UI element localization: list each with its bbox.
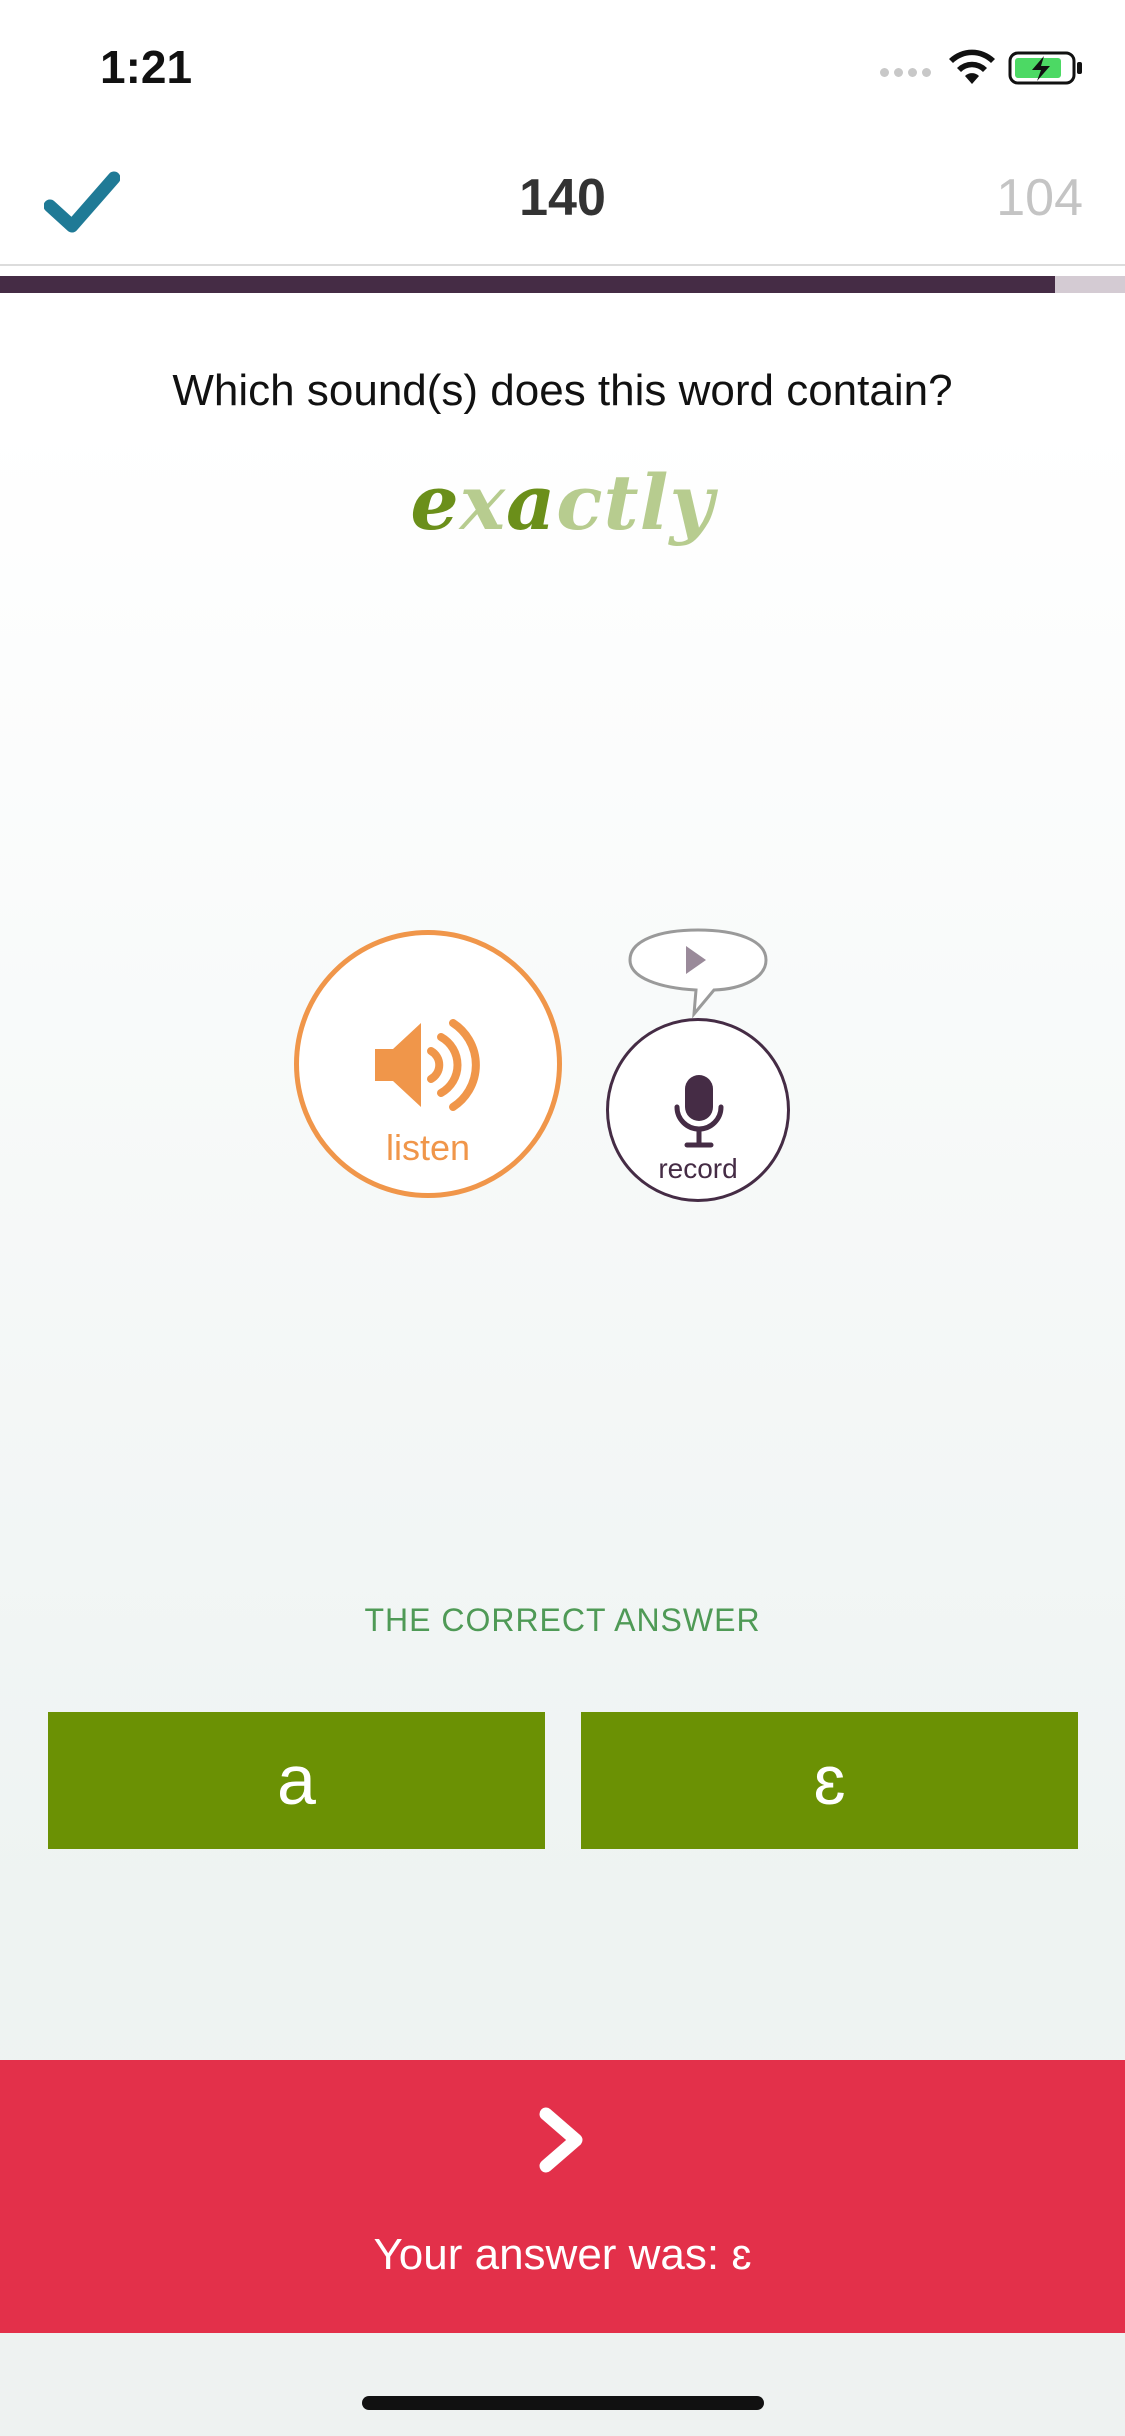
word-part: x <box>459 458 506 547</box>
record-label: record <box>658 1153 738 1184</box>
record-button[interactable]: record <box>606 1018 790 1202</box>
microphone-icon <box>674 1075 724 1148</box>
feedback-bar[interactable]: Your answer was: ɛ <box>0 2060 1125 2333</box>
chevron-right-icon[interactable] <box>532 2104 592 2176</box>
screen: 1:21 140 104 Which sound(s) does this wo… <box>0 0 1125 2436</box>
word-part: e <box>410 458 460 547</box>
answer-option-a: a <box>48 1712 545 1849</box>
status-time: 1:21 <box>100 41 193 93</box>
status-bar: 1:21 <box>0 0 1125 140</box>
word-part-highlight: a <box>506 458 557 547</box>
progress-bar <box>0 276 1125 293</box>
home-indicator[interactable] <box>362 2396 764 2410</box>
playback-bubble-button[interactable] <box>626 926 770 1018</box>
feedback-text: Your answer was: ɛ <box>373 2230 752 2279</box>
score-counter: 140 <box>519 169 606 227</box>
word-part: ctly <box>556 458 715 547</box>
listen-button[interactable]: listen <box>294 930 562 1198</box>
question-prompt: Which sound(s) does this word contain? <box>172 366 953 415</box>
remaining-counter: 104 <box>996 169 1083 227</box>
target-word: exactly <box>0 458 1125 547</box>
cellular-signal-icon <box>880 62 932 82</box>
answer-option-epsilon: ɛ <box>581 1712 1078 1849</box>
listen-label: listen <box>385 1127 471 1168</box>
speaker-icon <box>375 1019 480 1111</box>
battery-icon <box>1008 51 1082 85</box>
correct-answer-heading: THE CORRECT ANSWER <box>364 1602 761 1638</box>
wifi-icon <box>949 49 995 84</box>
quiz-header: 140 104 <box>0 140 1125 266</box>
progress-bar-fill <box>0 276 1056 293</box>
